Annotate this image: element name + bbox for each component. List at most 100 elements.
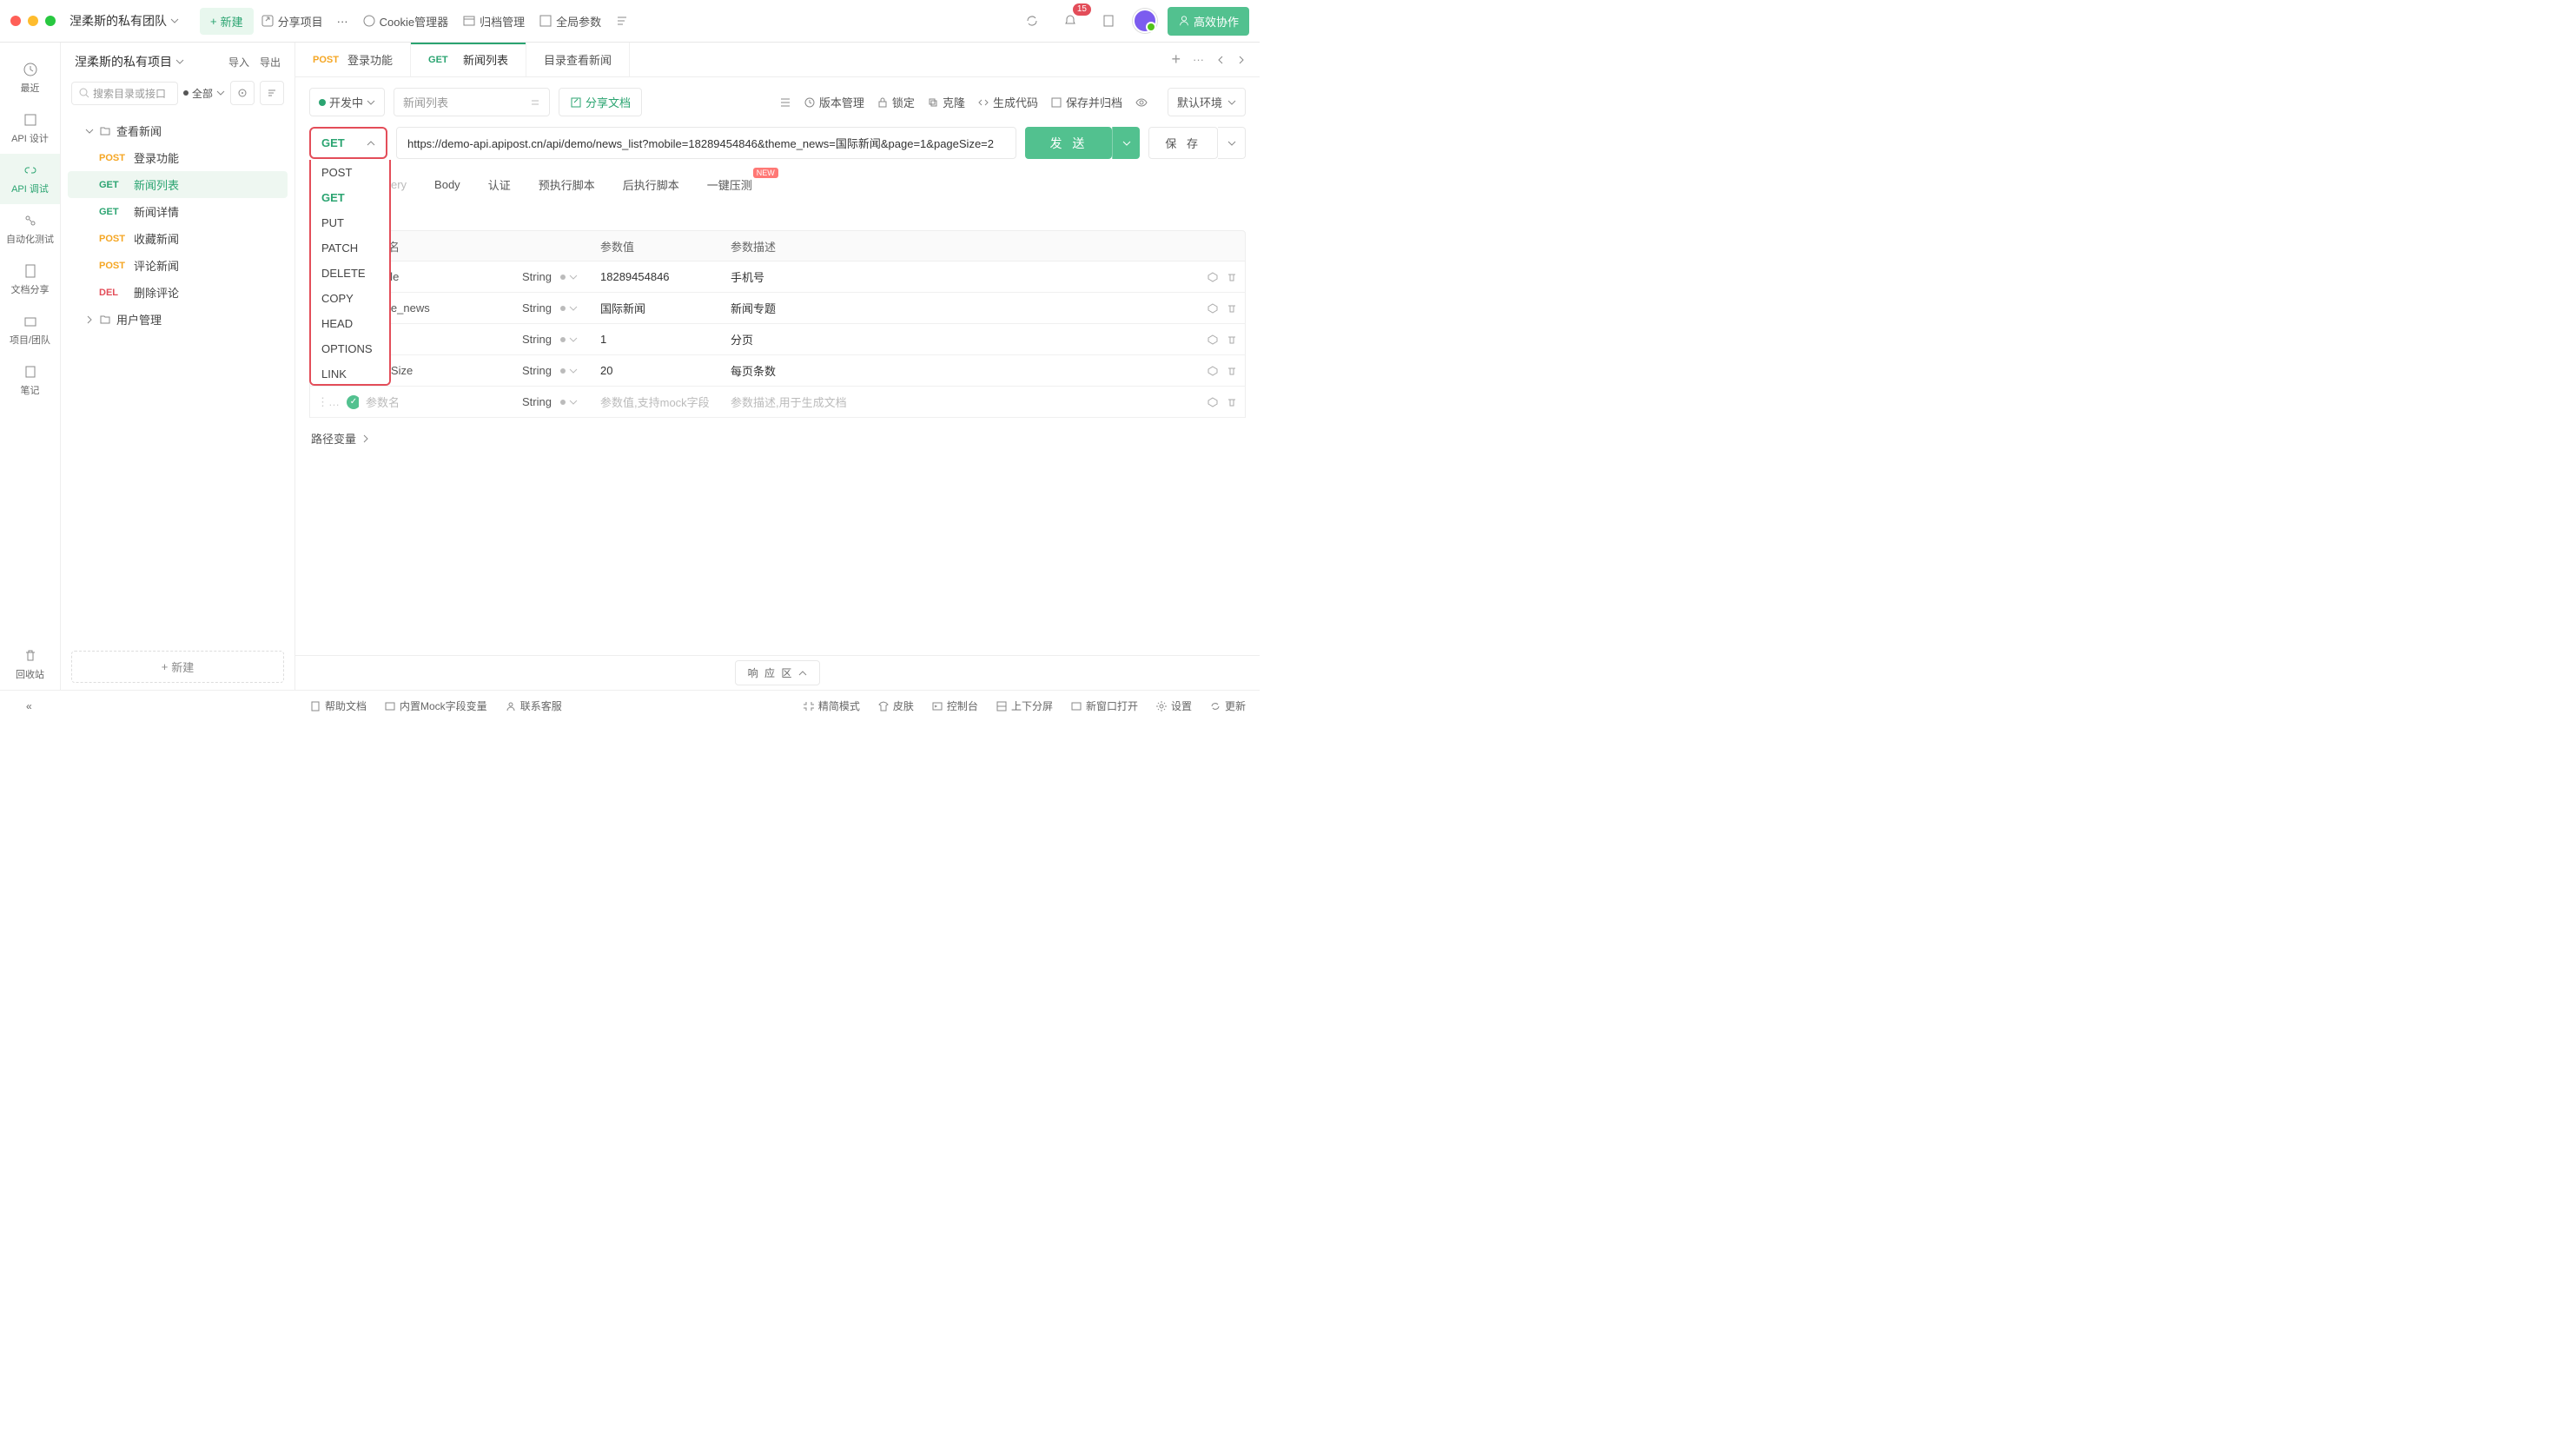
cube-icon[interactable] bbox=[1207, 302, 1219, 314]
check-icon[interactable]: ✓ bbox=[347, 395, 359, 409]
cookie-manager-button[interactable]: Cookie管理器 bbox=[355, 8, 455, 35]
nav-auto-test[interactable]: 自动化测试 bbox=[0, 204, 60, 255]
contact-button[interactable]: 联系客服 bbox=[505, 698, 562, 713]
sort-button[interactable] bbox=[260, 81, 284, 105]
nav-doc-share[interactable]: 文档分享 bbox=[0, 255, 60, 305]
tab-more-button[interactable]: ··· bbox=[1193, 53, 1204, 66]
url-input[interactable] bbox=[396, 127, 1016, 159]
tree-item[interactable]: POST 登录功能 bbox=[68, 144, 288, 171]
subtab-body[interactable]: Body bbox=[433, 171, 462, 198]
tree-item[interactable]: GET 新闻列表 bbox=[68, 171, 288, 198]
mock-vars-button[interactable]: 内置Mock字段变量 bbox=[384, 698, 487, 713]
tree-item[interactable]: DEL 删除评论 bbox=[68, 279, 288, 306]
type-select[interactable]: String bbox=[515, 270, 593, 283]
sidebar-new-button[interactable]: + 新建 bbox=[71, 651, 284, 683]
share-doc-button[interactable]: 分享文档 bbox=[559, 88, 642, 116]
more-button[interactable]: ··· bbox=[330, 10, 355, 33]
tab-next-button[interactable] bbox=[1237, 56, 1246, 64]
skin-button[interactable]: 皮肤 bbox=[877, 698, 914, 713]
align-icon[interactable] bbox=[779, 96, 791, 109]
search-input[interactable]: 搜索目录或接口 bbox=[71, 82, 178, 105]
method-option[interactable]: PUT bbox=[311, 210, 389, 235]
type-select[interactable]: String bbox=[515, 333, 593, 346]
tree-item[interactable]: GET 新闻详情 bbox=[68, 198, 288, 225]
split-button[interactable]: 上下分屏 bbox=[996, 698, 1053, 713]
subtab-auth[interactable]: 认证 bbox=[486, 169, 513, 200]
archive-manager-button[interactable]: 归档管理 bbox=[455, 8, 532, 35]
collab-button[interactable]: 高效协作 bbox=[1168, 7, 1249, 36]
cube-icon[interactable] bbox=[1207, 271, 1219, 283]
save-button[interactable]: 保 存 bbox=[1148, 127, 1218, 159]
response-toggle-button[interactable]: 响 应 区 bbox=[735, 660, 821, 685]
param-value[interactable]: 20 bbox=[593, 364, 724, 377]
param-desc[interactable]: 手机号 bbox=[724, 268, 854, 285]
help-doc-button[interactable]: 帮助文档 bbox=[309, 698, 367, 713]
tree-folder[interactable]: 用户管理 bbox=[68, 306, 288, 333]
subtab-post[interactable]: 后执行脚本 bbox=[621, 169, 681, 200]
collapse-button[interactable]: « bbox=[26, 700, 32, 712]
param-value[interactable]: 国际新闻 bbox=[593, 300, 724, 316]
nav-api-design[interactable]: API 设计 bbox=[0, 103, 60, 154]
nav-recent[interactable]: 最近 bbox=[0, 53, 60, 103]
share-project-button[interactable]: 分享项目 bbox=[254, 8, 330, 35]
update-button[interactable]: 更新 bbox=[1209, 698, 1246, 713]
lock-button[interactable]: 锁定 bbox=[877, 94, 915, 110]
user-avatar[interactable] bbox=[1133, 9, 1157, 33]
param-value[interactable]: 1 bbox=[593, 333, 724, 346]
method-option[interactable]: DELETE bbox=[311, 261, 389, 286]
method-option[interactable]: PATCH bbox=[311, 235, 389, 261]
clone-button[interactable]: 克隆 bbox=[927, 94, 965, 110]
type-select[interactable]: String bbox=[515, 395, 593, 408]
param-desc[interactable]: 分页 bbox=[724, 331, 854, 347]
minimize-window-icon[interactable] bbox=[28, 16, 38, 26]
path-variables-toggle[interactable]: 路径变量 bbox=[295, 418, 1260, 459]
global-params-button[interactable]: 全局参数 bbox=[532, 8, 608, 35]
list-toggle-button[interactable] bbox=[608, 9, 636, 33]
send-button[interactable]: 发 送 bbox=[1025, 127, 1112, 159]
type-select[interactable]: String bbox=[515, 364, 593, 377]
param-desc-placeholder[interactable]: 参数描述,用于生成文档 bbox=[724, 394, 854, 410]
drag-handle-icon[interactable]: ⋮⋮ bbox=[310, 395, 340, 409]
version-mgmt-button[interactable]: 版本管理 bbox=[804, 94, 864, 110]
method-option[interactable]: POST bbox=[311, 160, 389, 185]
tree-item[interactable]: POST 评论新闻 bbox=[68, 252, 288, 279]
method-option[interactable]: OPTIONS bbox=[311, 336, 389, 361]
param-name-placeholder[interactable]: 参数名 bbox=[359, 394, 515, 410]
status-selector[interactable]: 开发中 bbox=[309, 88, 385, 116]
method-option[interactable]: HEAD bbox=[311, 311, 389, 336]
cube-icon[interactable] bbox=[1207, 365, 1219, 377]
add-tab-button[interactable]: + bbox=[1171, 50, 1181, 69]
eye-icon[interactable] bbox=[1135, 96, 1148, 109]
send-split-button[interactable] bbox=[1112, 127, 1140, 159]
new-window-button[interactable]: 新窗口打开 bbox=[1070, 698, 1138, 713]
save-split-button[interactable] bbox=[1218, 127, 1246, 159]
tab-prev-button[interactable] bbox=[1216, 56, 1225, 64]
simple-mode-button[interactable]: 精简模式 bbox=[803, 698, 860, 713]
tab[interactable]: 目录查看新闻 bbox=[526, 43, 630, 76]
type-select[interactable]: String bbox=[515, 301, 593, 314]
export-params-button[interactable]: 导出参数 bbox=[295, 207, 1260, 230]
save-archive-button[interactable]: 保存并归档 bbox=[1050, 94, 1122, 110]
team-selector[interactable]: 涅柔斯的私有团队 bbox=[69, 12, 179, 30]
tab[interactable]: GET 新闻列表 bbox=[411, 43, 526, 76]
notifications-button[interactable]: 15 bbox=[1056, 9, 1084, 33]
locate-button[interactable] bbox=[230, 81, 255, 105]
sync-button[interactable] bbox=[1018, 9, 1046, 33]
filter-select[interactable]: 全部 bbox=[183, 86, 225, 101]
tab[interactable]: POST 登录功能 bbox=[295, 43, 411, 76]
delete-icon[interactable] bbox=[1226, 271, 1238, 283]
close-window-icon[interactable] bbox=[10, 16, 21, 26]
cube-icon[interactable] bbox=[1207, 396, 1219, 408]
console-button[interactable]: 控制台 bbox=[931, 698, 978, 713]
notes-button[interactable] bbox=[1095, 9, 1122, 33]
new-button[interactable]: + 新建 bbox=[200, 8, 254, 35]
method-option[interactable]: GET bbox=[311, 185, 389, 210]
tree-item[interactable]: POST 收藏新闻 bbox=[68, 225, 288, 252]
request-name-input[interactable]: 新闻列表 bbox=[394, 88, 550, 116]
nav-api-debug[interactable]: API 调试 bbox=[0, 154, 60, 204]
method-option[interactable]: LINK bbox=[311, 361, 389, 386]
method-select[interactable]: GET POST GET PUT PATCH DELETE COPY HEAD … bbox=[309, 127, 387, 159]
settings-button[interactable]: 设置 bbox=[1155, 698, 1192, 713]
param-desc[interactable]: 每页条数 bbox=[724, 362, 854, 379]
method-option[interactable]: COPY bbox=[311, 286, 389, 311]
